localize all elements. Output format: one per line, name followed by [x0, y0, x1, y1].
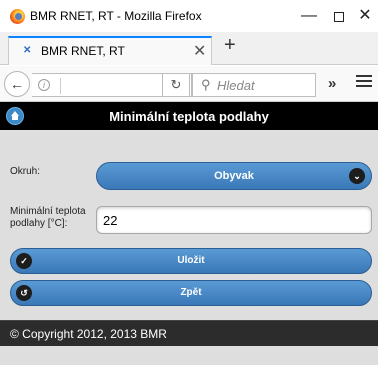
back-button-label: Zpět	[180, 287, 202, 298]
new-tab-button[interactable]: +	[224, 34, 236, 57]
search-icon: ⚲	[201, 77, 211, 92]
back-button[interactable]: ←	[4, 71, 30, 97]
hamburger-menu-icon[interactable]	[356, 75, 372, 89]
tab-bmr-rnet[interactable]: ✕ BMR RNET, RT ✕	[8, 36, 212, 65]
okruh-label: Okruh:	[10, 166, 41, 177]
search-placeholder: Hledat	[217, 78, 255, 93]
chevron-down-icon: ⌄	[349, 168, 365, 184]
close-window-button[interactable]: ✕	[342, 0, 378, 32]
window-titlebar: BMR RNET, RT - Mozilla Firefox — ✕	[0, 0, 378, 32]
okruh-selected-value: Obyvak	[214, 170, 254, 182]
page-title: Minimální teplota podlahy	[109, 109, 269, 124]
url-separator	[60, 78, 61, 94]
info-icon[interactable]: i	[38, 79, 50, 91]
check-icon: ✓	[16, 253, 32, 269]
okruh-select[interactable]: Obyvak ⌄	[96, 162, 372, 190]
search-bar[interactable]: ⚲ Hledat	[192, 73, 316, 97]
save-button-label: Uložit	[177, 255, 205, 266]
tab-close-button[interactable]: ✕	[193, 41, 206, 61]
app-header: Minimální teplota podlahy	[0, 102, 378, 130]
copyright-text: © Copyright 2012, 2013 BMR	[10, 327, 167, 341]
min-temp-input[interactable]	[96, 206, 372, 234]
min-temp-label: Minimální teplota podlahy [°C]:	[10, 206, 86, 229]
firefox-logo-icon	[10, 9, 25, 24]
bmr-favicon-icon: ✕	[23, 45, 32, 56]
back-arrow-icon: ↺	[16, 285, 32, 301]
tab-strip: ✕ BMR RNET, RT ✕	[0, 32, 378, 65]
footer: © Copyright 2012, 2013 BMR	[0, 320, 378, 346]
overflow-menu-button[interactable]: »	[328, 75, 336, 92]
page-content: Minimální teplota podlahy Okruh: Obyvak …	[0, 102, 378, 365]
save-button[interactable]: ✓ Uložit	[10, 248, 372, 274]
window-title: BMR RNET, RT - Mozilla Firefox	[30, 9, 202, 23]
reload-button[interactable]: ↻	[162, 73, 190, 97]
tab-title: BMR RNET, RT	[41, 44, 125, 58]
navigation-bar: i ← ↻ ⚲ Hledat »	[0, 66, 378, 102]
back-page-button[interactable]: ↺ Zpět	[10, 280, 372, 306]
